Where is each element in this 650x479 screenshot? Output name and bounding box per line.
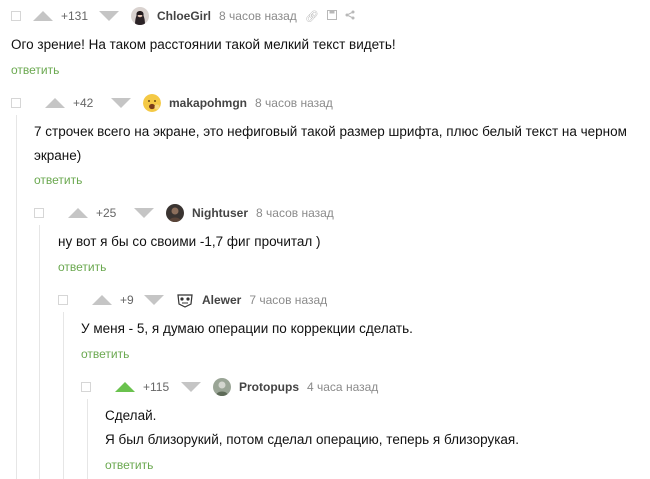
thread-line (63, 312, 64, 479)
collapse-toggle[interactable] (81, 382, 91, 392)
thread-line (16, 115, 17, 479)
timestamp[interactable]: 8 часов назад (219, 9, 297, 23)
collapse-toggle[interactable] (11, 98, 21, 108)
share-icon[interactable] (345, 10, 355, 23)
comment-text-line: Сделай. (105, 408, 157, 423)
collapse-toggle[interactable] (58, 295, 68, 305)
upvote-icon[interactable] (92, 295, 112, 305)
reply-link[interactable]: ответить (81, 347, 129, 361)
timestamp[interactable]: 8 часов назад (256, 206, 334, 220)
collapse-toggle[interactable] (34, 208, 44, 218)
comment-rating: +9 (120, 293, 134, 307)
comment-rating: +131 (61, 9, 89, 23)
comment-rating: +42 (73, 96, 94, 110)
comment-header: +25 Nightuser 8 часов назад (34, 203, 342, 223)
comment-text: ну вот я бы со своими -1,7 фиг прочитал … (58, 234, 321, 249)
downvote-icon[interactable] (99, 11, 119, 21)
upvote-icon[interactable] (45, 98, 65, 108)
downvote-icon[interactable] (181, 382, 201, 392)
downvote-icon[interactable] (134, 208, 154, 218)
comment-rating: +25 (96, 206, 117, 220)
reply-link[interactable]: ответить (105, 458, 153, 472)
upvote-icon[interactable] (68, 208, 88, 218)
reply-link[interactable]: ответить (11, 63, 59, 77)
username[interactable]: ChloeGirl (157, 9, 211, 23)
username[interactable]: Nightuser (192, 206, 248, 220)
comment-rating: +115 (143, 380, 170, 394)
timestamp[interactable]: 4 часа назад (307, 380, 378, 394)
timestamp[interactable]: 7 часов назад (249, 293, 327, 307)
comment-header: +131 ChloeGirl 8 часов назад 🔗︎ (11, 6, 363, 26)
reply-link[interactable]: ответить (34, 173, 82, 187)
green-portrait-icon[interactable] (213, 378, 231, 396)
comment-text-line: Я был близорукий, потом сделал операцию,… (105, 432, 519, 447)
reply-link[interactable]: ответить (58, 260, 106, 274)
comment-text: У меня - 5, я думаю операции по коррекци… (81, 321, 413, 336)
upvote-icon[interactable] (115, 382, 135, 392)
collapse-toggle[interactable] (11, 11, 21, 21)
dark-portrait-icon[interactable] (166, 204, 184, 222)
timestamp[interactable]: 8 часов назад (255, 96, 333, 110)
comment-header: +9 Alewer 7 часов назад (58, 290, 335, 310)
comment-text: Ого зрение! На таком расстоянии такой ме… (11, 37, 396, 52)
downvote-icon[interactable] (111, 98, 131, 108)
link-icon[interactable]: 🔗︎ (305, 10, 319, 23)
username[interactable]: Protopups (239, 380, 299, 394)
comment-text: 7 строчек всего на экране, это нефиговый… (34, 124, 627, 163)
mask-avatar-icon[interactable] (176, 291, 194, 309)
thread-line (39, 225, 40, 479)
upvote-icon[interactable] (33, 11, 53, 21)
woman-portrait-icon[interactable] (131, 7, 149, 25)
thread-line (87, 399, 88, 479)
comment-header: +42 makapohmgn 8 часов назад (11, 93, 341, 113)
username[interactable]: Alewer (202, 293, 241, 307)
yawning-emoji-icon[interactable] (143, 94, 161, 112)
username[interactable]: makapohmgn (169, 96, 247, 110)
downvote-icon[interactable] (144, 295, 164, 305)
save-icon[interactable] (326, 9, 337, 23)
comment-header: +115 Protopups 4 часа назад (81, 377, 386, 397)
